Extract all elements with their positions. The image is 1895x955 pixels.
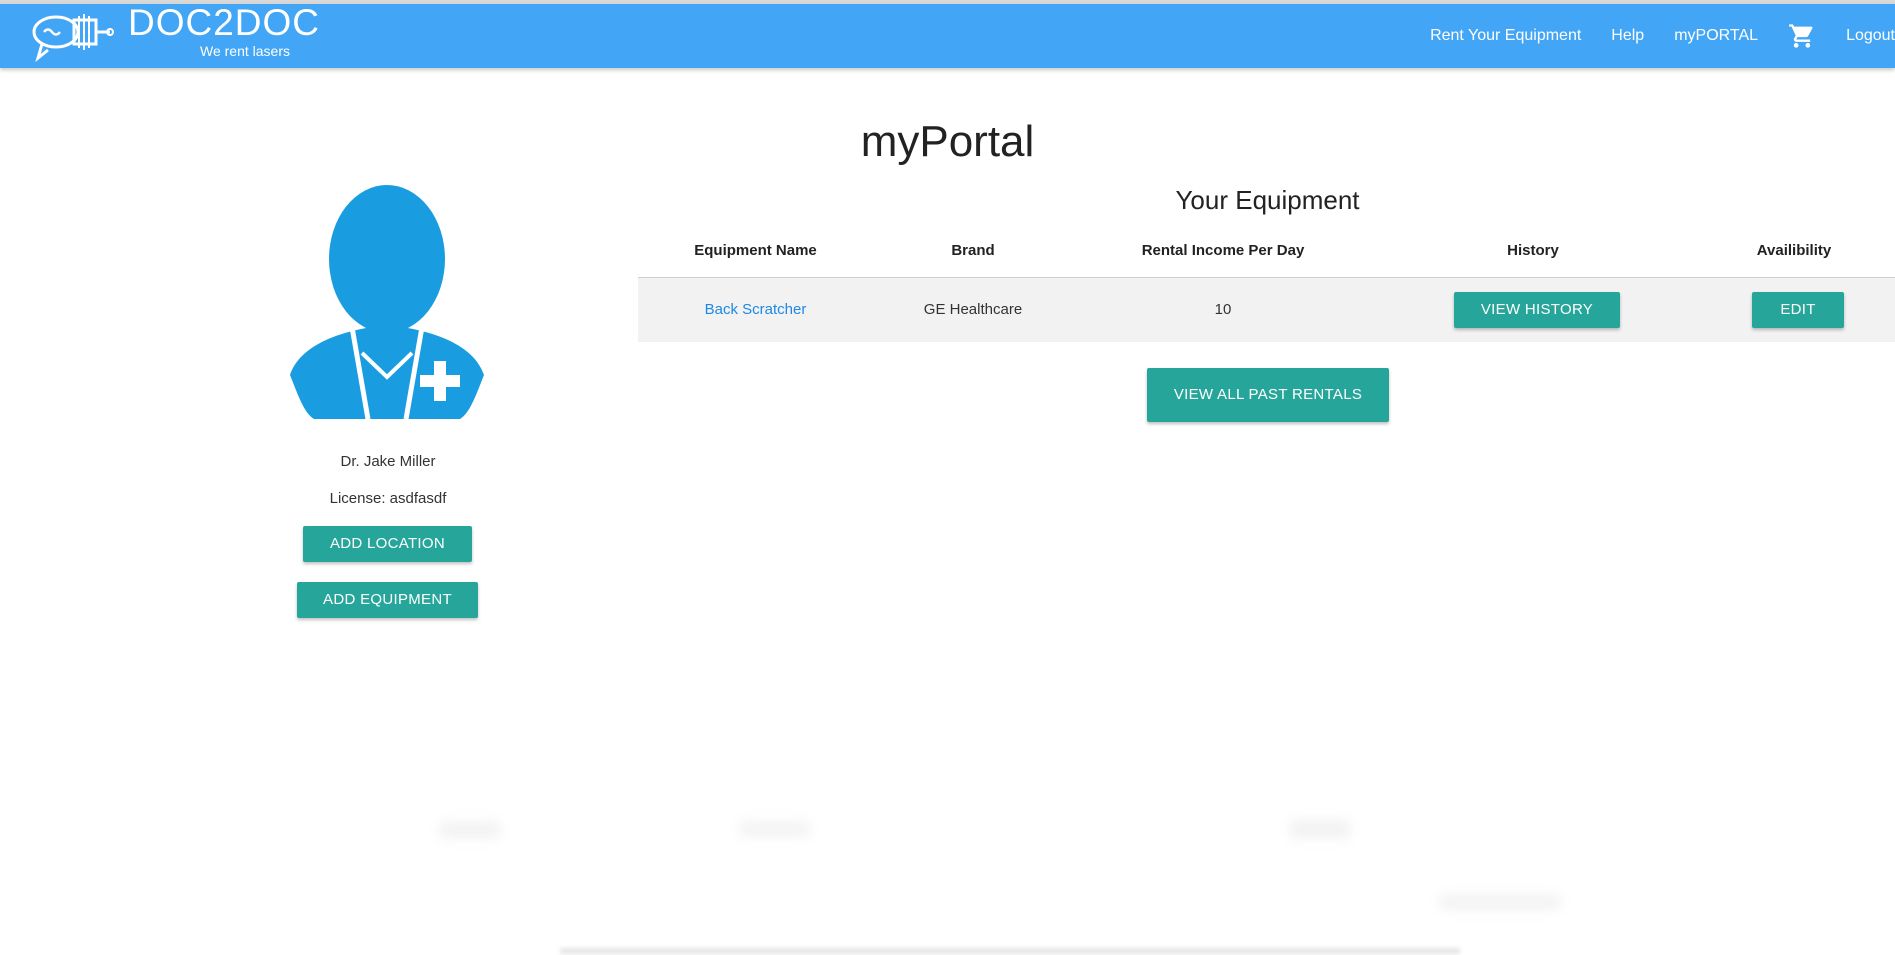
equipment-name-link[interactable]: Back Scratcher xyxy=(705,301,807,318)
nav-links: Rent Your Equipment Help myPORTAL Logout xyxy=(1400,4,1895,68)
nav-link-logout[interactable]: Logout xyxy=(1846,27,1895,45)
edit-availability-button[interactable]: EDIT xyxy=(1752,292,1844,328)
table-row: Back Scratcher GE Healthcare 10 VIEW HIS… xyxy=(638,278,1895,342)
doctor-avatar-icon xyxy=(290,185,484,419)
brand-tagline: We rent lasers xyxy=(200,43,290,59)
background-smudge xyxy=(440,822,500,838)
equipment-section-title: Your Equipment xyxy=(1175,185,1360,215)
nav-link-myportal[interactable]: myPORTAL xyxy=(1674,27,1758,45)
doctor-name: Dr. Jake Miller xyxy=(340,453,436,470)
nav-link-help[interactable]: Help xyxy=(1611,27,1644,45)
background-smudge xyxy=(740,822,810,836)
equipment-table: Equipment Name Brand Rental Income Per D… xyxy=(638,232,1895,342)
shopping-cart-icon[interactable] xyxy=(1788,22,1816,50)
view-history-button[interactable]: VIEW HISTORY xyxy=(1454,292,1620,328)
column-header-brand: Brand xyxy=(951,242,995,259)
rental-income-cell: 10 xyxy=(1214,301,1232,318)
background-smudge xyxy=(1290,820,1350,838)
add-location-button[interactable]: ADD LOCATION xyxy=(303,526,472,562)
equipment-name-cell: Back Scratcher xyxy=(638,278,873,342)
footer-fade xyxy=(560,948,1460,954)
column-header-history: History xyxy=(1507,242,1559,259)
laser-logo-icon[interactable] xyxy=(30,8,118,64)
page-title: myPortal xyxy=(860,117,1035,167)
column-header-availability: Availibility xyxy=(1756,242,1832,259)
doctor-license: License: asdfasdf xyxy=(329,490,447,507)
brand-name[interactable]: DOC2DOC xyxy=(128,2,320,44)
view-all-past-rentals-button[interactable]: VIEW ALL PAST RENTALS xyxy=(1147,368,1389,422)
add-equipment-button[interactable]: ADD EQUIPMENT xyxy=(297,582,478,618)
top-navbar: DOC2DOC We rent lasers Rent Your Equipme… xyxy=(0,2,1895,68)
background-smudge xyxy=(1440,895,1560,909)
column-header-rental-income: Rental Income Per Day xyxy=(1141,242,1305,259)
brand-cell: GE Healthcare xyxy=(923,301,1023,318)
column-header-equipment-name: Equipment Name xyxy=(694,242,817,259)
table-header: Equipment Name Brand Rental Income Per D… xyxy=(638,232,1895,278)
nav-link-rent-equipment[interactable]: Rent Your Equipment xyxy=(1430,27,1581,45)
